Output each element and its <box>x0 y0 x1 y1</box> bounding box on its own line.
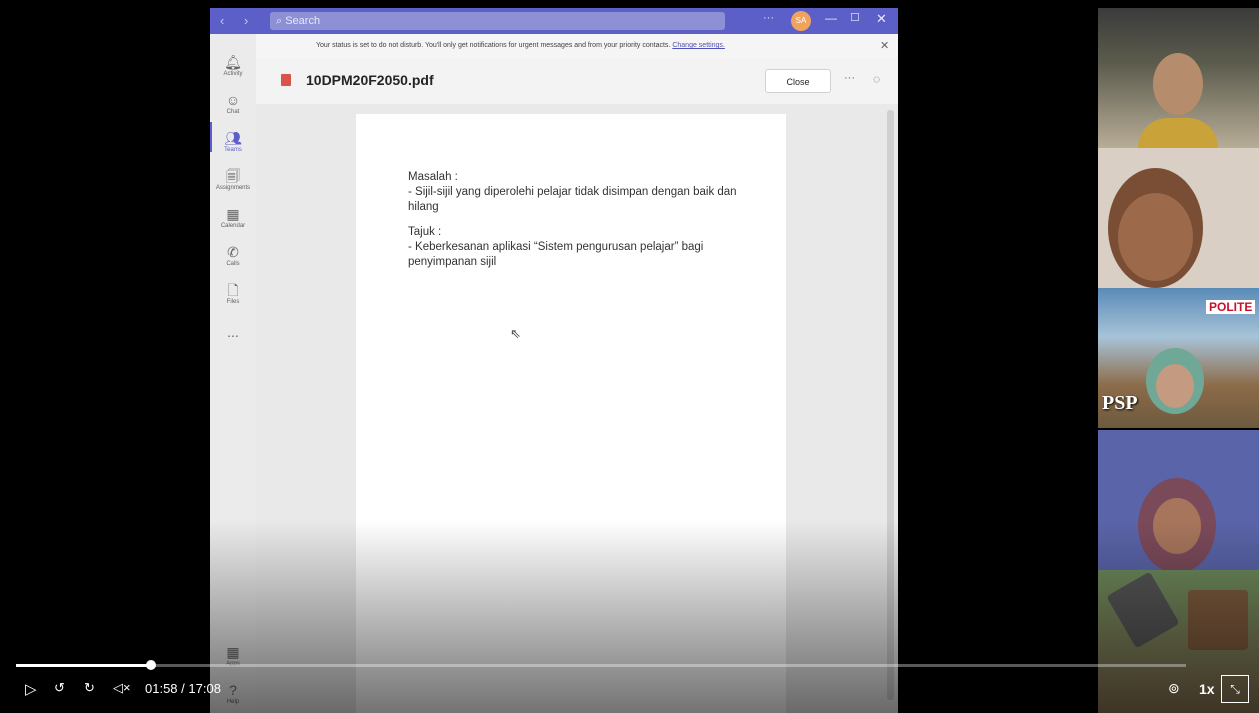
doc-line: - Keberkesanan aplikasi “Sistem pengurus… <box>408 241 704 268</box>
rail-item-calls[interactable]: ✆ Calls <box>210 244 256 268</box>
more-icon: ... <box>227 324 239 340</box>
notice-text: Your status is set to do not disturb. Yo… <box>316 42 671 49</box>
nav-arrows-icon[interactable]: ‹ › <box>220 13 256 28</box>
change-settings-link[interactable]: Change settings. <box>672 42 725 49</box>
cursor-icon: ⇖ <box>510 326 521 341</box>
search-placeholder: Search <box>285 15 321 27</box>
rail-item-chat[interactable]: ☺ Chat <box>210 92 256 116</box>
progress-thumb[interactable] <box>146 660 156 670</box>
participant-tile[interactable] <box>1098 430 1259 570</box>
avatar-image <box>1188 590 1248 650</box>
minimize-icon[interactable]: — <box>825 11 837 25</box>
time-display: 01:58 / 17:08 <box>145 681 221 696</box>
exit-fullscreen-icon[interactable]: ⤡ <box>1221 675 1249 703</box>
bell-icon: 🔔︎ <box>224 54 242 70</box>
status-notice-bar: Your status is set to do not disturb. Yo… <box>256 34 898 58</box>
chat-icon[interactable]: ◌ <box>873 72 880 86</box>
mute-icon[interactable]: ◁× <box>113 680 131 696</box>
doc-line: Masalah : <box>408 171 458 183</box>
current-time: 01:58 <box>145 681 178 696</box>
participant-face <box>1118 193 1193 281</box>
document-viewer: Masalah : - Sijil-sijil yang diperolehi … <box>256 104 898 713</box>
participant-face <box>1153 498 1201 554</box>
assignments-icon: 🗐 <box>226 168 240 184</box>
pdf-page: Masalah : - Sijil-sijil yang diperolehi … <box>356 114 786 713</box>
rail-item-calendar[interactable]: ▦ Calendar <box>210 206 256 230</box>
phone-icon: ✆ <box>227 244 239 260</box>
rail-item-files[interactable]: 🗋 Files <box>210 282 256 306</box>
pickaxe-image <box>1106 571 1180 649</box>
rail-item-assignments[interactable]: 🗐 Assignments <box>210 168 256 192</box>
rewind-10-icon[interactable]: ↺ <box>54 680 65 696</box>
file-name: 10DPM20F2050.pdf <box>306 72 434 88</box>
participant-face <box>1153 53 1203 115</box>
pdf-icon <box>281 74 291 86</box>
teams-title-bar: ‹ › ⌕ Search ··· SA — ☐ ✕ <box>210 8 898 34</box>
rail-item-teams[interactable]: 👥︎ Teams <box>210 130 256 154</box>
rail-item-more[interactable]: ... <box>210 324 256 340</box>
participant-tile[interactable] <box>1098 8 1259 148</box>
maximize-icon[interactable]: ☐ <box>850 11 860 24</box>
duration: 17:08 <box>188 681 221 696</box>
doc-line: Tajuk : <box>408 226 442 238</box>
forward-10-icon[interactable]: ↻ <box>84 680 95 696</box>
progress-fill <box>16 664 151 667</box>
close-icon[interactable]: ✕ <box>880 34 889 58</box>
participant-tile[interactable]: POLITE PSP <box>1098 288 1259 428</box>
teams-icon: 👥︎ <box>224 130 242 146</box>
file-icon: 🗋 <box>227 282 239 298</box>
search-input[interactable]: ⌕ Search <box>270 12 725 30</box>
app-rail: 🔔︎ Activity ☺ Chat 👥︎ Teams 🗐 Assignment… <box>210 34 256 713</box>
search-icon: ⌕ <box>276 15 286 27</box>
file-header: 10DPM20F2050.pdf Close ··· ◌ <box>256 58 898 104</box>
captions-icon[interactable]: ⊚ <box>1168 680 1180 697</box>
chat-icon: ☺ <box>225 92 241 108</box>
play-icon[interactable]: ▷ <box>25 680 37 698</box>
participant-face <box>1156 364 1194 408</box>
participant-tile[interactable] <box>1098 148 1259 288</box>
more-options-icon[interactable]: ··· <box>844 72 855 84</box>
scrollbar[interactable] <box>887 110 894 700</box>
doc-line: - Sijil-sijil yang diperolehi pelajar ti… <box>408 186 737 213</box>
psp-logo: PSP <box>1102 392 1138 414</box>
rail-item-activity[interactable]: 🔔︎ Activity <box>210 54 256 78</box>
apps-icon: ▦ <box>226 644 240 660</box>
time-separator: / <box>177 681 189 696</box>
document-text: Masalah : - Sijil-sijil yang diperolehi … <box>408 170 748 280</box>
calendar-icon: ▦ <box>226 206 240 222</box>
close-button[interactable]: Close <box>765 69 831 93</box>
polite-logo: POLITE <box>1206 300 1256 314</box>
more-icon[interactable]: ··· <box>763 12 774 24</box>
playback-speed-button[interactable]: 1x <box>1199 681 1215 697</box>
close-window-icon[interactable]: ✕ <box>876 11 887 27</box>
participant-body <box>1138 118 1218 148</box>
avatar[interactable]: SA <box>791 11 811 31</box>
progress-bar[interactable] <box>16 664 1186 667</box>
shared-screen: ‹ › ⌕ Search ··· SA — ☐ ✕ 🔔︎ Activity ☺ … <box>210 8 898 713</box>
